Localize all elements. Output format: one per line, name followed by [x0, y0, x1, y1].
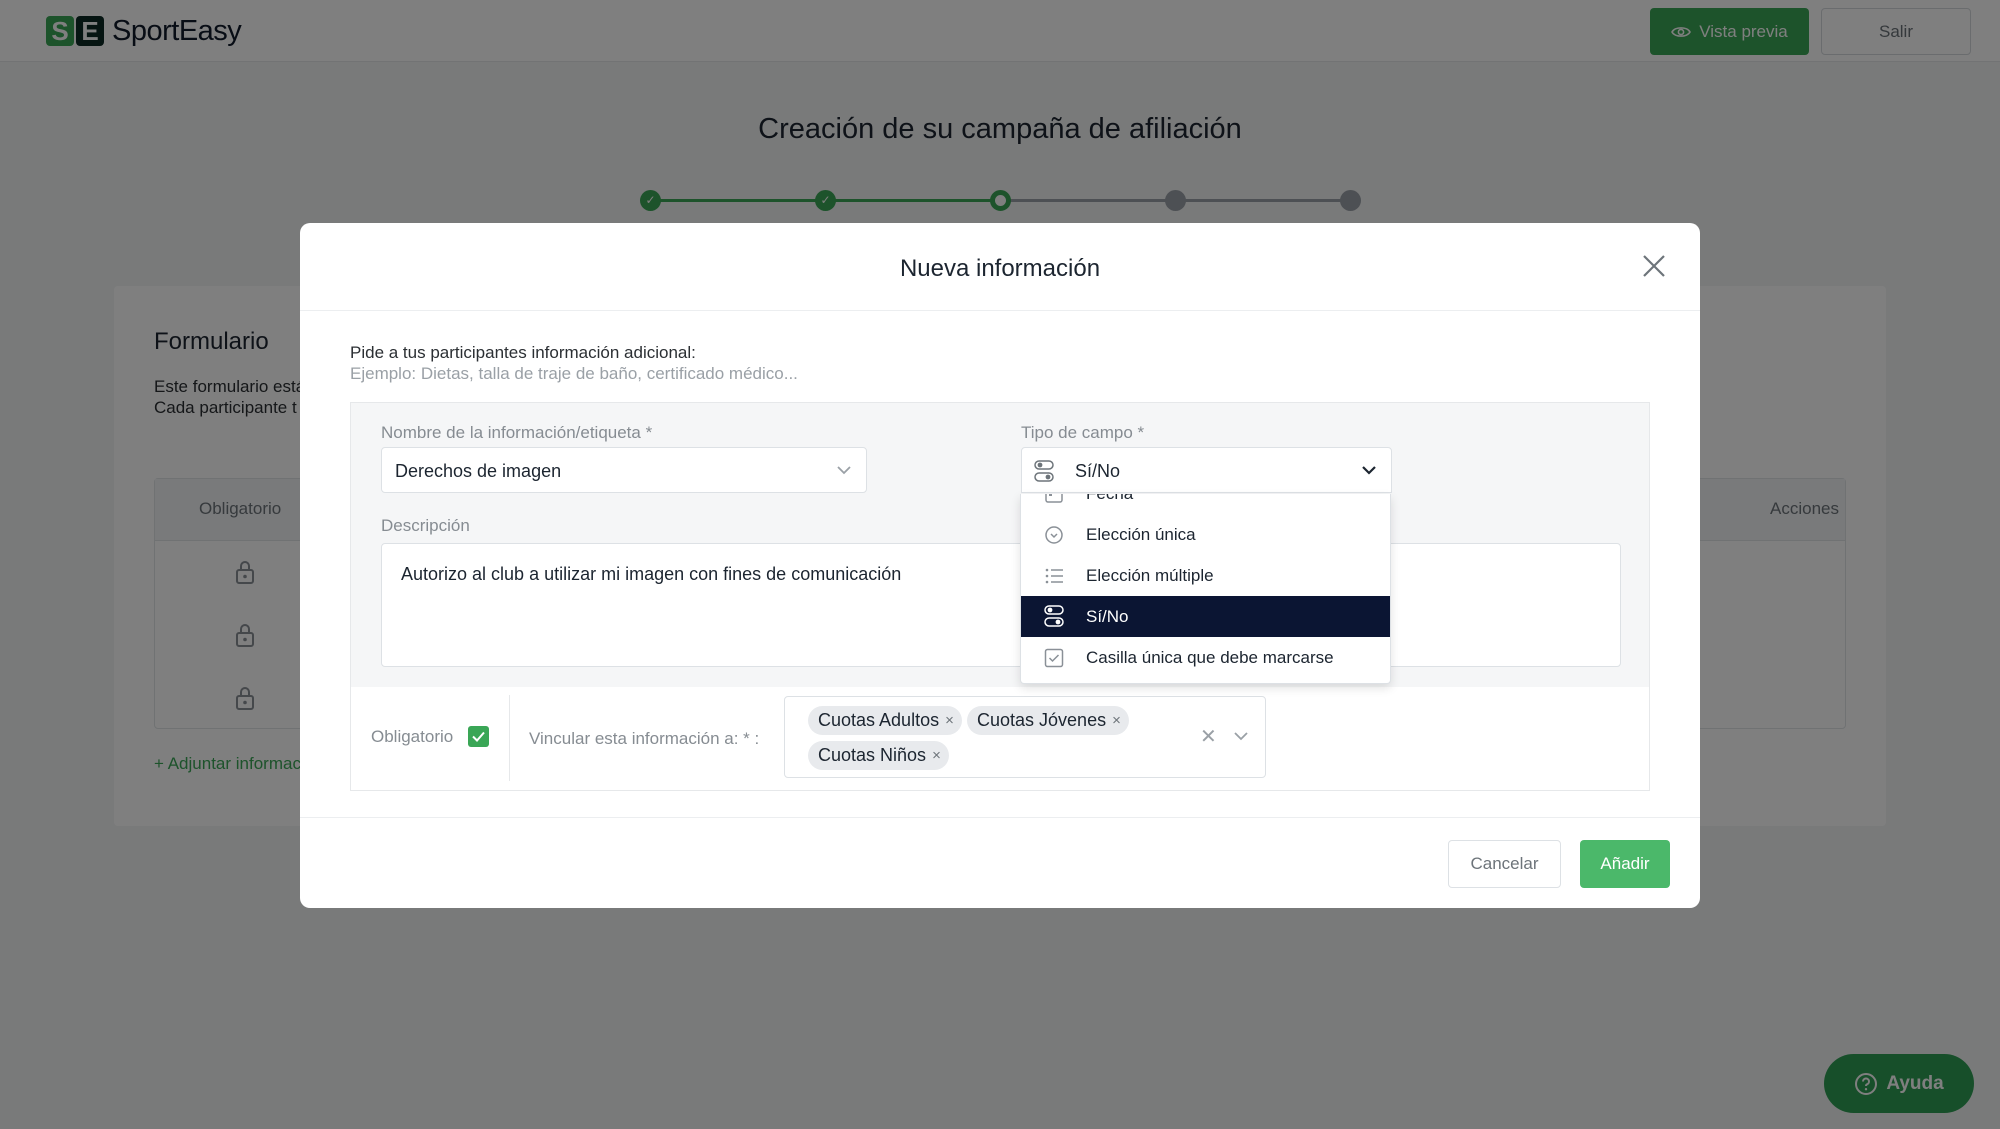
- close-button[interactable]: [1640, 252, 1668, 280]
- option-single-checkbox[interactable]: Casilla única que debe marcarse: [1021, 637, 1390, 678]
- checkbox-icon: [1044, 648, 1064, 668]
- new-information-modal: Nueva información Pide a tus participant…: [300, 223, 1700, 908]
- description-textarea[interactable]: Autorizo al club a utilizar mi imagen co…: [381, 543, 1621, 667]
- tag-chip[interactable]: Cuotas Jóvenes ×: [967, 706, 1129, 735]
- add-button[interactable]: Añadir: [1580, 840, 1670, 888]
- tag-remove-icon[interactable]: ×: [1112, 712, 1121, 729]
- chevron-down-icon: [1362, 466, 1376, 475]
- name-select[interactable]: Derechos de imagen: [381, 447, 867, 493]
- toggle-icon: [1044, 605, 1064, 627]
- field-type-dropdown: Fecha Elección única Elección múltiple S…: [1020, 494, 1391, 684]
- tag-label: Cuotas Adultos: [818, 710, 940, 730]
- clear-all-icon[interactable]: ✕: [1200, 724, 1217, 749]
- option-label: Elección única: [1086, 524, 1196, 544]
- modal-intro: Pide a tus participantes información adi…: [350, 343, 696, 362]
- tag-label: Cuotas Jóvenes: [977, 710, 1107, 730]
- tag-remove-icon[interactable]: ×: [945, 712, 954, 729]
- description-value: Autorizo al club a utilizar mi imagen co…: [401, 564, 902, 584]
- description-label: Descripción: [381, 516, 470, 535]
- calendar-icon: [1045, 494, 1063, 503]
- option-date[interactable]: Fecha: [1021, 494, 1390, 514]
- required-and-link-row: Obligatorio Vincular esta información a:…: [350, 687, 1650, 791]
- chevron-down-icon: [837, 466, 851, 475]
- tag-chip[interactable]: Cuotas Niños ×: [808, 741, 949, 770]
- link-to-label: Vincular esta información a: * :: [529, 729, 760, 748]
- required-label: Obligatorio: [371, 727, 454, 746]
- option-label: Fecha: [1086, 494, 1133, 504]
- radio-icon: [1045, 526, 1063, 544]
- type-field-label: Tipo de campo *: [1021, 423, 1145, 442]
- linked-fees-multiselect[interactable]: Cuotas Adultos × Cuotas Jóvenes × Cuotas…: [784, 696, 1266, 778]
- tag-label: Cuotas Niños: [818, 745, 927, 765]
- field-config-panel: Nombre de la información/etiqueta * Dere…: [350, 402, 1650, 688]
- name-field-label: Nombre de la información/etiqueta *: [381, 423, 653, 442]
- tag-remove-icon[interactable]: ×: [932, 747, 941, 764]
- check-icon: [472, 731, 485, 742]
- modal-title: Nueva información: [899, 255, 1101, 282]
- option-yes-no-selected[interactable]: Sí/No: [1021, 596, 1390, 637]
- cancel-button[interactable]: Cancelar: [1448, 840, 1561, 888]
- option-label: Elección múltiple: [1086, 565, 1214, 585]
- required-checkbox[interactable]: [468, 726, 489, 747]
- name-select-value: Derechos de imagen: [395, 461, 562, 481]
- option-single-choice[interactable]: Elección única: [1021, 514, 1390, 555]
- tag-chip[interactable]: Cuotas Adultos ×: [808, 706, 962, 735]
- list-icon: [1045, 568, 1063, 584]
- option-label: Sí/No: [1086, 606, 1129, 626]
- modal-header: Nueva información: [300, 223, 1700, 311]
- option-label: Casilla única que debe marcarse: [1086, 647, 1334, 667]
- divider: [509, 695, 510, 781]
- option-multiple-choice[interactable]: Elección múltiple: [1021, 555, 1390, 596]
- modal-footer: Cancelar Añadir: [300, 817, 1700, 908]
- chevron-down-icon[interactable]: [1233, 730, 1249, 742]
- field-type-select[interactable]: Sí/No: [1021, 447, 1392, 493]
- field-type-value: Sí/No: [1075, 461, 1121, 481]
- modal-example: Ejemplo: Dietas, talla de traje de baño,…: [350, 364, 798, 383]
- close-icon: [1643, 255, 1665, 277]
- toggle-icon: [1034, 460, 1054, 482]
